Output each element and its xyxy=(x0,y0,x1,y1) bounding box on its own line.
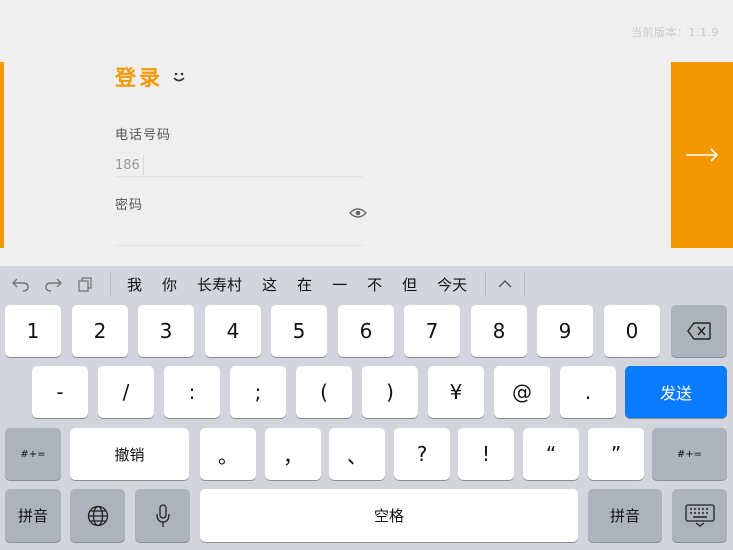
phone-label: 电话号码 xyxy=(115,128,172,143)
key-left-paren[interactable]: ( xyxy=(296,366,352,418)
microphone-icon xyxy=(155,503,170,527)
key-1[interactable]: 1 xyxy=(5,305,61,357)
candidate-word[interactable]: 你 xyxy=(152,274,187,295)
candidate-word[interactable]: 我 xyxy=(117,274,152,295)
password-input[interactable] xyxy=(115,220,363,246)
key-9[interactable]: 9 xyxy=(537,305,593,357)
next-arrow-button[interactable] xyxy=(671,62,733,248)
candidate-word[interactable]: 但 xyxy=(392,274,427,295)
chevron-up-icon[interactable] xyxy=(494,273,516,295)
key-question[interactable]: ? xyxy=(394,428,450,480)
text-caret xyxy=(143,155,144,175)
left-accent-bar xyxy=(0,62,4,248)
key-close-quote[interactable]: ” xyxy=(588,428,644,480)
arrow-right-icon xyxy=(686,148,719,162)
candidate-separator xyxy=(110,272,111,296)
key-5[interactable]: 5 xyxy=(271,305,327,357)
globe-icon xyxy=(87,505,108,526)
page-title: 登录 xyxy=(115,66,163,90)
key-7[interactable]: 7 xyxy=(404,305,460,357)
pinyin-key[interactable]: 拼音 xyxy=(5,489,61,542)
space-bar[interactable]: 空格 xyxy=(200,489,578,542)
backspace-key[interactable] xyxy=(671,305,727,357)
candidate-separator xyxy=(524,272,526,296)
undo-key[interactable]: 撤销 xyxy=(70,428,189,480)
key-full-stop[interactable]: 。 xyxy=(200,428,256,480)
key-slash[interactable]: / xyxy=(98,366,154,418)
onscreen-keyboard: 我 你 长寿村 这 在 一 不 但 今天 1 2 3 4 5 6 7 8 9 0… xyxy=(0,266,733,550)
key-period[interactable]: . xyxy=(560,366,616,418)
key-8[interactable]: 8 xyxy=(471,305,527,357)
dictation-key[interactable] xyxy=(135,489,190,542)
redo-icon[interactable] xyxy=(42,273,64,295)
hide-keyboard-key[interactable] xyxy=(672,489,727,542)
delete-icon xyxy=(687,322,711,340)
symbols-key-right[interactable]: #+= xyxy=(652,428,727,480)
key-semicolon[interactable]: ; xyxy=(230,366,286,418)
version-label: 当前版本：1.1.9 xyxy=(631,26,719,39)
eye-icon[interactable] xyxy=(349,206,367,220)
key-4[interactable]: 4 xyxy=(205,305,261,357)
candidate-word[interactable]: 在 xyxy=(287,274,322,295)
symbols-key[interactable]: #+= xyxy=(5,428,61,480)
candidate-separator xyxy=(485,272,487,296)
send-button[interactable]: 发送 xyxy=(625,366,727,418)
login-header: 登录 xyxy=(115,62,187,92)
pinyin-key-right[interactable]: 拼音 xyxy=(588,489,662,542)
key-right-paren[interactable]: ) xyxy=(362,366,418,418)
key-comma[interactable]: ， xyxy=(265,428,321,480)
key-6[interactable]: 6 xyxy=(338,305,394,357)
key-0[interactable]: 0 xyxy=(604,305,660,357)
key-open-quote[interactable]: “ xyxy=(523,428,579,480)
password-label: 密码 xyxy=(115,198,144,213)
phone-input[interactable] xyxy=(115,155,363,177)
key-3[interactable]: 3 xyxy=(138,305,194,357)
clipboard-icon[interactable] xyxy=(74,273,96,295)
candidate-word[interactable]: 不 xyxy=(357,274,392,295)
candidate-bar: 我 你 长寿村 这 在 一 不 但 今天 xyxy=(0,266,733,302)
keyboard-hide-icon xyxy=(684,503,715,527)
candidate-word[interactable]: 今天 xyxy=(427,274,477,295)
candidate-word[interactable]: 长寿村 xyxy=(187,274,252,295)
key-at[interactable]: @ xyxy=(494,366,550,418)
key-hyphen[interactable]: - xyxy=(32,366,88,418)
smile-icon xyxy=(173,72,185,82)
key-exclamation[interactable]: ! xyxy=(458,428,514,480)
key-enum-comma[interactable]: 、 xyxy=(329,428,385,480)
candidate-word[interactable]: 一 xyxy=(322,274,357,295)
key-2[interactable]: 2 xyxy=(72,305,128,357)
globe-key[interactable] xyxy=(70,489,125,542)
candidate-word[interactable]: 这 xyxy=(252,274,287,295)
key-yen[interactable]: ¥ xyxy=(428,366,484,418)
undo-icon[interactable] xyxy=(10,273,32,295)
key-colon[interactable]: : xyxy=(164,366,220,418)
